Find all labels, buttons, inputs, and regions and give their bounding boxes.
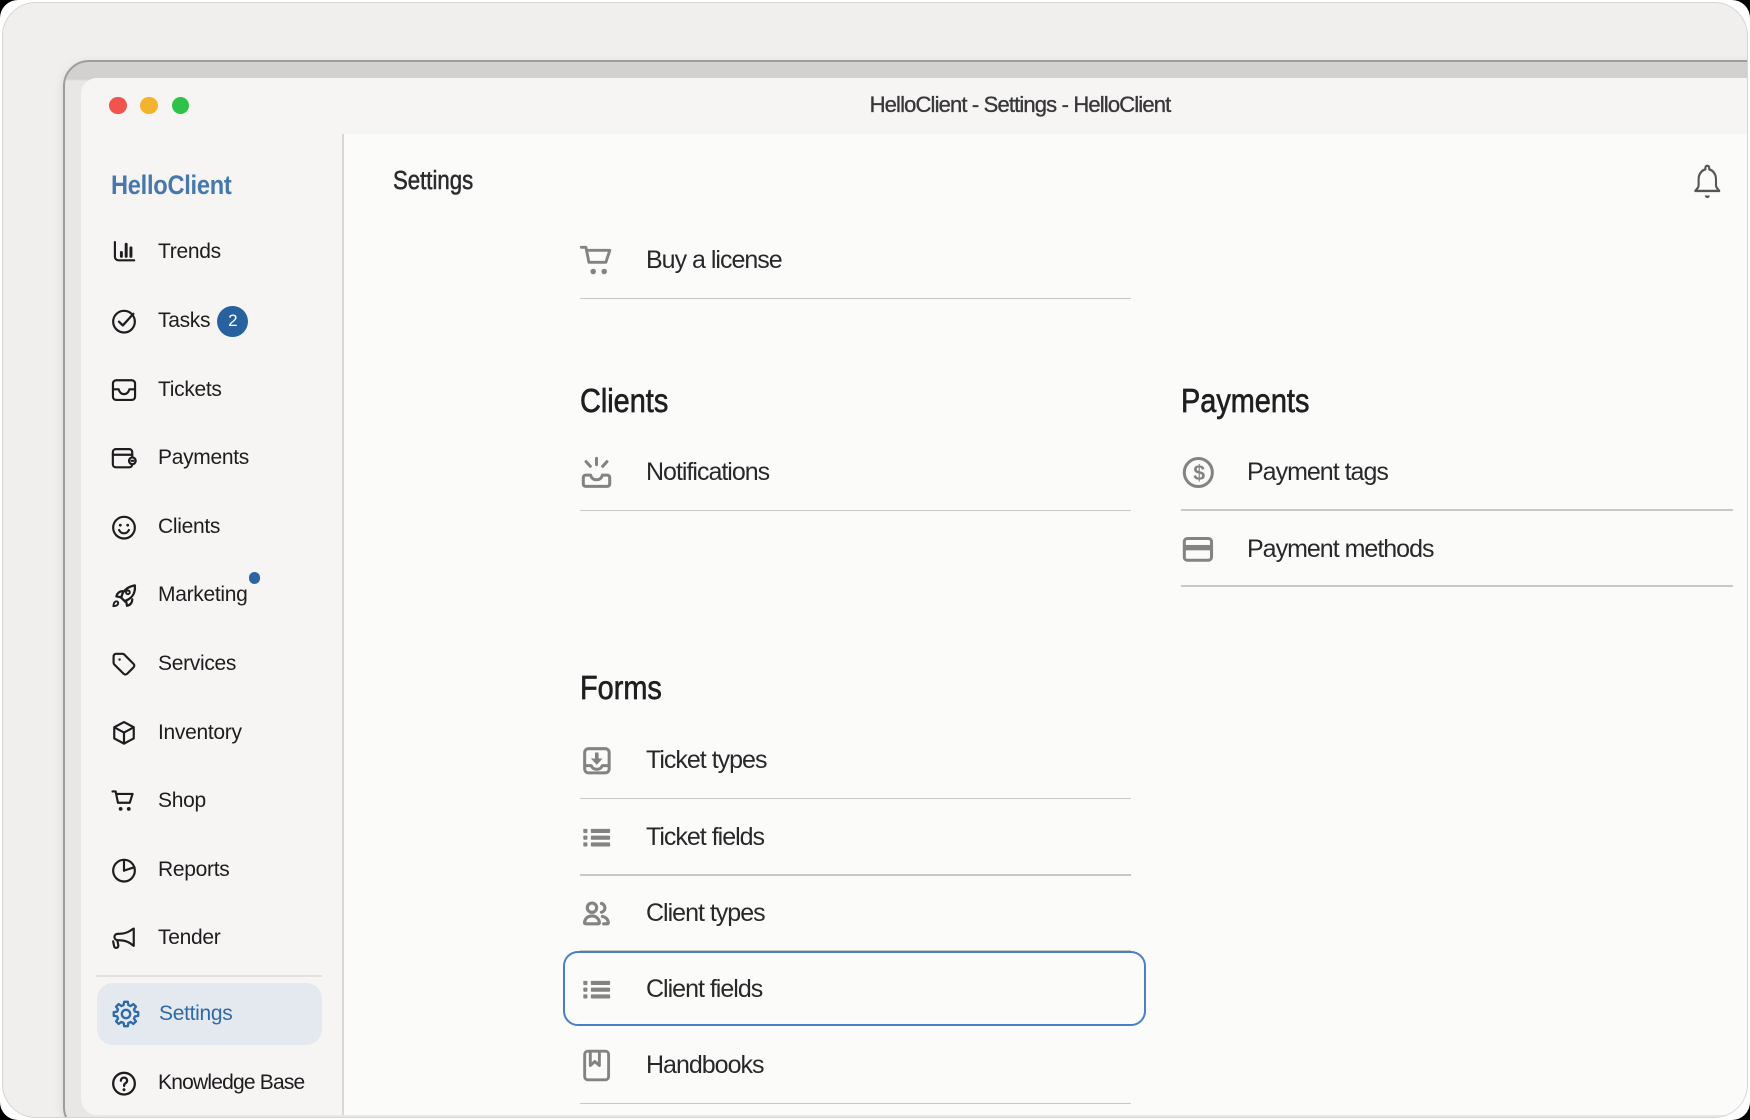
- svg-text:$: $: [1193, 461, 1205, 485]
